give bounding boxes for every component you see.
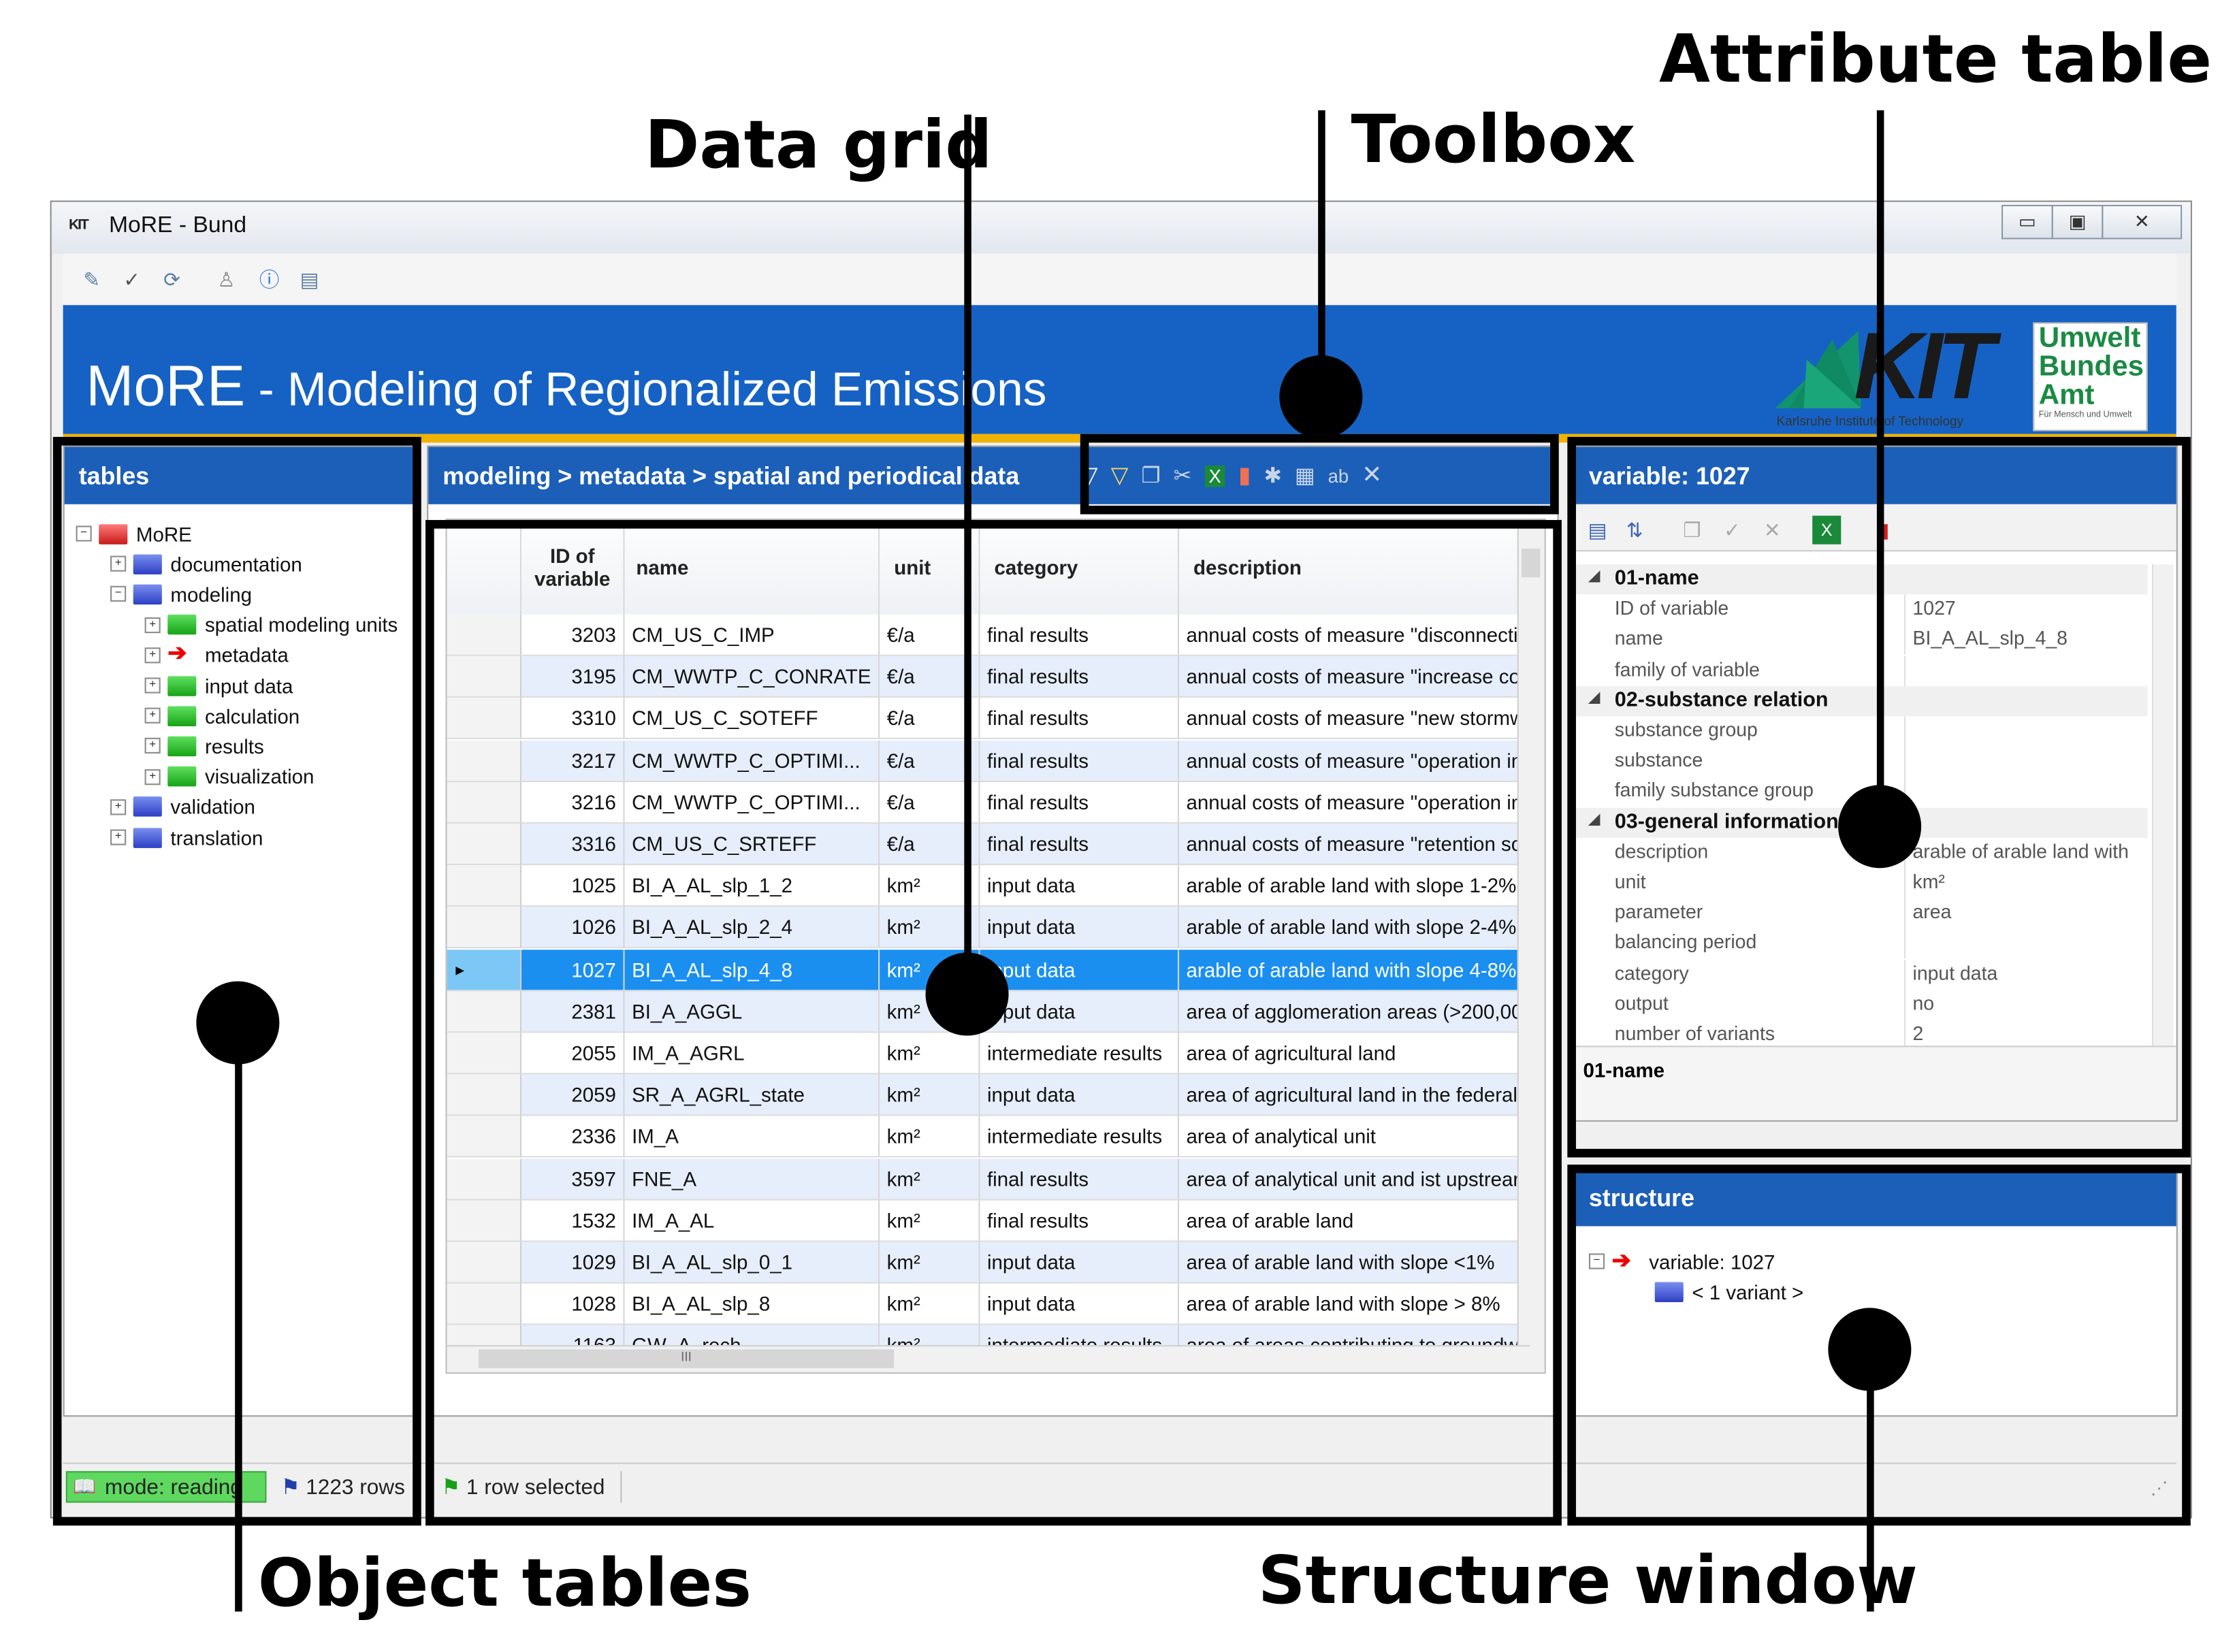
highlight-toolbox xyxy=(1080,434,1559,515)
dot-toolbox xyxy=(1279,355,1363,438)
user-icon[interactable]: ♙ xyxy=(212,265,240,293)
info-icon[interactable]: ⓘ xyxy=(255,265,284,293)
window-icon[interactable]: ▤ xyxy=(295,265,324,293)
check-icon[interactable]: ✓ xyxy=(118,265,146,293)
main-toolbar: ✎ ✓ ⟳ ♙ ⓘ ▤ xyxy=(63,253,2176,307)
close-button[interactable]: ✕ xyxy=(2102,204,2183,240)
app-logo: KIT xyxy=(69,217,89,234)
kit-logo-word: KIT xyxy=(1854,312,1995,419)
kit-logo-subtitle: Karlsruhe Institute of Technology xyxy=(1776,414,1964,429)
banner-title: MoRE - Modeling of Regionalized Emission… xyxy=(86,355,1046,420)
dot-attribute-table xyxy=(1838,785,1922,869)
uba-logo: Umwelt Bundes Amt Für Mensch und Umwelt xyxy=(2033,322,2148,432)
leader-line-object-tables xyxy=(235,1020,242,1612)
title-bar: KIT MoRE - Bund ▭ ▣ ✕ xyxy=(51,201,2191,254)
dot-data-grid xyxy=(925,952,1009,1036)
maximize-button[interactable]: ▣ xyxy=(2051,204,2104,240)
dot-structure-window xyxy=(1828,1308,1912,1391)
callout-attribute-table: Attribute table xyxy=(1659,20,2213,98)
uba-line-1: Umwelt xyxy=(2038,322,2141,354)
leader-line-toolbox xyxy=(1318,110,1325,397)
app-banner: MoRE - Modeling of Regionalized Emission… xyxy=(63,305,2176,434)
edit-icon[interactable]: ✎ xyxy=(78,265,106,293)
callout-structure-window: Structure window xyxy=(1257,1541,1918,1619)
banner-title-rest: - Modeling of Regionalized Emissions xyxy=(245,362,1047,416)
uba-line-2: Bundes xyxy=(2038,351,2144,383)
banner-title-more: MoRE xyxy=(86,355,246,419)
dot-object-tables xyxy=(196,981,280,1065)
callout-data-grid: Data grid xyxy=(645,106,993,184)
sync-icon[interactable]: ⟳ xyxy=(157,265,186,293)
uba-line-3: Amt xyxy=(2038,379,2095,411)
breadcrumb-text: modeling > metadata > spatial and period… xyxy=(443,462,1020,490)
uba-subtitle: Für Mensch und Umwelt xyxy=(2038,410,2132,420)
window-title: MoRE - Bund xyxy=(108,213,247,238)
leader-line-attribute-table xyxy=(1876,110,1884,827)
minimize-button[interactable]: ▭ xyxy=(2001,204,2053,240)
callout-toolbox: Toolbox xyxy=(1351,100,1636,178)
callout-object-tables: Object tables xyxy=(257,1544,752,1622)
leader-line-data-grid xyxy=(964,114,971,1003)
